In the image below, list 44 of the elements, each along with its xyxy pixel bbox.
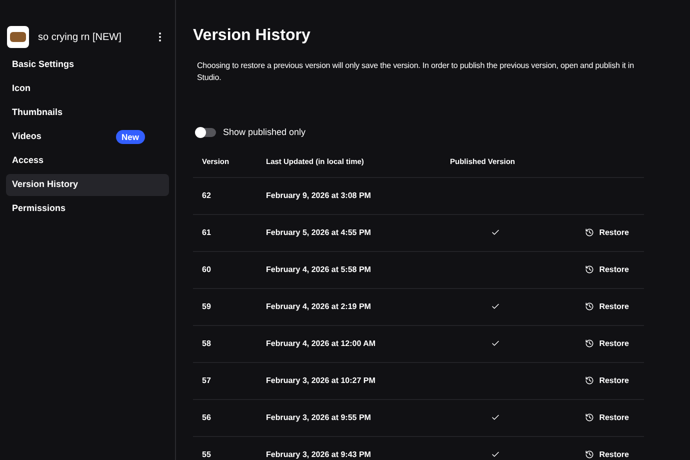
version-number: 61	[202, 226, 212, 238]
version-number: 62	[202, 190, 212, 202]
version-number: 57	[202, 374, 212, 386]
restore-button[interactable]: Restore	[585, 338, 629, 350]
restore-button[interactable]: Restore	[585, 374, 629, 386]
updated-date: February 3, 2026 at 9:55 PM	[266, 412, 372, 424]
toggle-label: Show published only	[223, 126, 306, 139]
updated-date: February 3, 2026 at 9:43 PM	[266, 448, 372, 460]
version-number: 60	[202, 264, 212, 276]
version-number: 55	[202, 448, 212, 460]
version-number: 56	[202, 412, 212, 424]
page-description: Choosing to restore a previous version will only save the version. In order to publish the previous version, open and publish it in Studio.	[196, 60, 635, 84]
restore-button[interactable]: Restore	[585, 448, 629, 460]
history-icon	[585, 265, 594, 274]
sidebar-item[interactable]: Icon	[6, 78, 169, 100]
new-badge: New	[116, 130, 145, 144]
sidebar-item[interactable]: Access	[6, 150, 169, 172]
history-icon	[585, 228, 594, 237]
experience-thumbnail	[7, 26, 29, 48]
published-toggle[interactable]	[196, 128, 216, 138]
history-icon	[585, 413, 594, 422]
history-icon	[585, 376, 594, 385]
sidebar-item[interactable]: Basic Settings	[6, 54, 169, 76]
restore-button[interactable]: Restore	[585, 226, 629, 238]
updated-date: February 4, 2026 at 5:58 PM	[266, 264, 372, 276]
version-number: 59	[202, 300, 212, 312]
updated-date: February 4, 2026 at 2:19 PM	[266, 300, 372, 312]
page-title: Version History	[193, 26, 312, 46]
experience-name: so crying rn [NEW]	[38, 30, 122, 44]
history-icon	[585, 302, 594, 311]
updated-date: February 9, 2026 at 3:08 PM	[266, 190, 372, 202]
updated-date: February 4, 2026 at 12:00 AM	[266, 338, 377, 350]
sidebar-item[interactable]: Version History	[6, 174, 169, 196]
history-icon	[585, 339, 594, 348]
sidebar-item[interactable]: Thumbnails	[6, 102, 169, 124]
restore-button[interactable]: Restore	[585, 412, 629, 424]
updated-date: February 3, 2026 at 10:27 PM	[266, 374, 376, 386]
restore-button[interactable]: Restore	[585, 264, 629, 276]
version-number: 58	[202, 338, 212, 350]
history-icon	[585, 450, 594, 459]
sidebar-item[interactable]: Permissions	[6, 198, 169, 220]
updated-date: February 5, 2026 at 4:55 PM	[266, 226, 372, 238]
sidebar-item[interactable]: Videos New	[6, 126, 169, 148]
restore-button[interactable]: Restore	[585, 300, 629, 312]
